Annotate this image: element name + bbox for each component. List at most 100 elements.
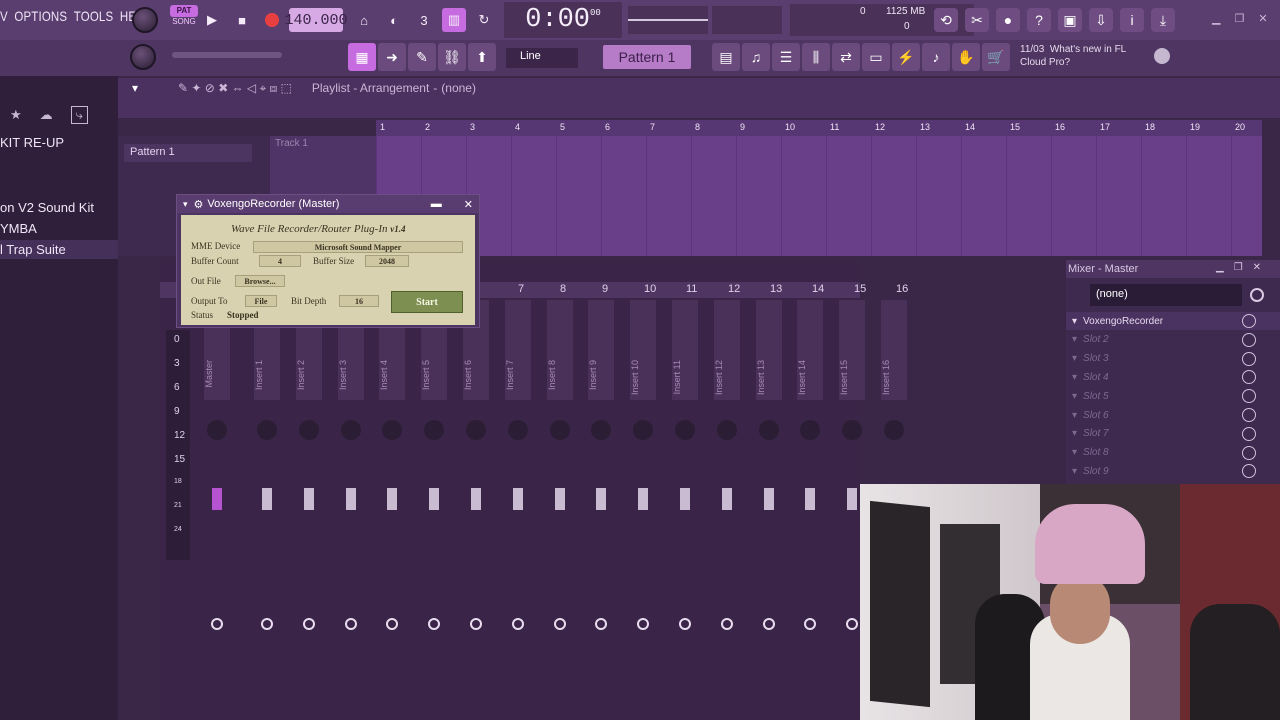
panel-minimize-icon[interactable]: ▁ [1216,262,1224,273]
slot-mix-knob[interactable] [1242,314,1256,328]
mme-device-select[interactable]: Microsoft Sound Mapper [253,241,463,253]
volume-fader[interactable] [512,488,523,510]
mixer-icon[interactable]: ⫼ [802,43,830,71]
pan-knob[interactable] [800,420,821,440]
piano-roll-icon[interactable]: ♫ [742,43,770,71]
countdown-icon[interactable]: 3 [412,8,436,32]
menu-tools[interactable]: TOOLS [74,8,114,24]
slot-menu-icon[interactable]: ▾ [1072,334,1077,345]
volume-fader[interactable] [387,488,398,510]
route-icon[interactable] [637,618,650,630]
route-icon[interactable] [720,618,733,630]
song-label[interactable]: SONG [170,17,198,27]
pat-label[interactable]: PAT [170,5,198,17]
pan-knob[interactable] [842,420,863,440]
slot-menu-icon[interactable]: ▾ [1072,353,1077,364]
browser-item[interactable]: l Trap Suite [0,240,118,259]
pat-song-toggle[interactable]: PAT SONG [170,5,198,33]
pan-knob[interactable] [884,420,904,440]
track-label[interactable]: Track 1 [275,138,308,149]
browse-button[interactable]: Browse... [235,275,285,287]
volume-fader[interactable] [763,488,774,510]
plugin-picker-icon[interactable]: ⇄ [832,43,860,71]
mixer-strip[interactable]: Insert 6 [459,300,493,720]
project-icon[interactable]: ▭ [862,43,890,71]
start-button[interactable]: Start [391,291,463,313]
route-icon[interactable] [211,618,223,630]
shop-icon[interactable]: 🛒 [982,43,1010,71]
download-icon[interactable]: ⤓ [1151,8,1175,32]
effect-slot[interactable]: ▾ Slot 3 [1066,350,1280,368]
route-icon[interactable] [762,618,775,630]
link-icon[interactable]: ⛓ [438,43,466,71]
stamp-icon[interactable]: ⬆ [468,43,496,71]
browser-icon[interactable]: ☰ [772,43,800,71]
pan-knob[interactable] [298,420,319,440]
volume-fader[interactable] [680,488,690,510]
arrow-icon[interactable]: ➜ [378,43,406,71]
mixer-strip[interactable]: Insert 11 [668,300,702,720]
plugin-close-icon[interactable]: ✕ [464,198,473,211]
pan-knob[interactable] [424,420,445,440]
plugin-minimize-icon[interactable]: ▬ [431,198,442,210]
pan-knob[interactable] [758,420,779,440]
effect-slot[interactable]: ▾ Slot 4 [1066,368,1280,386]
effect-slot[interactable]: ▾ Slot 6 [1066,406,1280,424]
master-slider[interactable] [172,52,282,58]
pan-knob[interactable] [382,420,403,440]
volume-fader[interactable] [262,488,272,510]
mixer-strip[interactable]: Insert 5 [417,300,451,720]
effect-slot[interactable]: ▾ VoxengoRecorder [1066,312,1280,330]
browser-item[interactable]: on V2 Sound Kit [0,200,94,215]
pan-knob[interactable] [207,420,227,440]
panel-maximize-icon[interactable]: ❐ [1234,262,1243,273]
plugin-icon[interactable]: ⚡ [892,43,920,71]
undo-icon[interactable]: ⟲ [934,8,958,32]
master-volume-knob[interactable] [132,7,158,33]
slot-mix-knob[interactable] [1242,408,1256,422]
snap-select[interactable]: Line [506,48,578,68]
volume-fader[interactable] [638,488,649,510]
route-icon[interactable] [679,618,691,630]
effect-slot[interactable]: ▾ Slot 5 [1066,387,1280,405]
mixer-strip[interactable]: Insert 1 [250,300,284,720]
volume-fader[interactable] [212,488,222,510]
slot-mix-knob[interactable] [1242,370,1256,385]
route-icon[interactable] [302,618,315,630]
pencil-icon[interactable]: ✎ [408,43,436,71]
bit-depth-select[interactable]: 16 [339,295,379,307]
metronome-icon[interactable]: ⌂ [352,8,376,32]
browser-item[interactable]: KIT RE-UP [0,135,64,150]
mixer-strip[interactable]: Master [200,300,234,720]
slot-mix-knob[interactable] [1242,332,1256,347]
pattern-item[interactable]: Pattern 1 [124,144,252,162]
output-to-select[interactable]: File [245,295,277,307]
volume-fader[interactable] [429,488,440,510]
route-icon[interactable] [553,618,566,630]
route-icon[interactable] [261,618,273,630]
volume-fader[interactable] [345,488,356,510]
timeline-ruler[interactable]: 1 2 3 4 5 6 7 8 9 10 11 12 13 14 15 16 17 18 19 20 [376,120,1262,136]
slot-menu-icon[interactable]: ▾ [1072,410,1077,421]
mixer-strip[interactable]: Insert 8 [543,300,577,720]
playlist-pattern[interactable]: (none) [441,81,476,95]
pan-knob[interactable] [257,420,277,440]
mixer-strip[interactable]: Insert 9 [584,300,618,720]
menu-view[interactable]: V [0,8,8,24]
loop-record-icon[interactable]: ↻ [472,8,496,32]
effect-slot[interactable]: ▾ Slot 7 [1066,425,1280,443]
volume-fader[interactable] [471,488,481,510]
mixer-strip[interactable]: Insert 14 [793,300,827,720]
channel-rack-icon[interactable]: ▤ [712,43,740,71]
pan-knob[interactable] [675,420,695,440]
step-edit-icon[interactable]: ▥ [442,8,466,32]
save-icon[interactable]: ▣ [1058,8,1082,32]
slot-menu-icon[interactable]: ▾ [1072,428,1077,439]
performance-icon[interactable]: ♪ [922,43,950,71]
pattern-selector[interactable]: Pattern 1 [603,45,691,69]
record-icon[interactable] [260,8,284,32]
pan-knob[interactable] [507,420,528,440]
close-icon[interactable]: ✕ [1258,12,1267,25]
mixer-strip[interactable]: Insert 10 [626,300,660,720]
route-icon[interactable] [804,618,817,630]
